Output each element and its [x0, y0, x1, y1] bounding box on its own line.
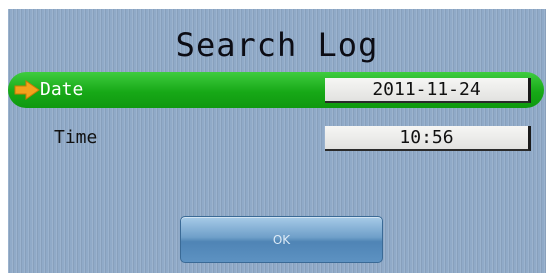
date-field[interactable]: 2011-11-24: [325, 78, 531, 103]
time-field[interactable]: 10:56: [325, 126, 531, 151]
date-row[interactable]: Date 2011-11-24: [8, 72, 544, 108]
ok-button[interactable]: OK: [180, 216, 383, 263]
right-arrow-icon: [14, 80, 40, 100]
time-label: Time: [54, 127, 98, 148]
time-row[interactable]: Time 10:56: [8, 120, 544, 156]
search-log-screen: Search Log Date 2011-11-24 Time 10:56 OK: [8, 9, 546, 273]
date-label: Date: [40, 79, 84, 100]
dialog-title: Search Log: [175, 26, 379, 64]
